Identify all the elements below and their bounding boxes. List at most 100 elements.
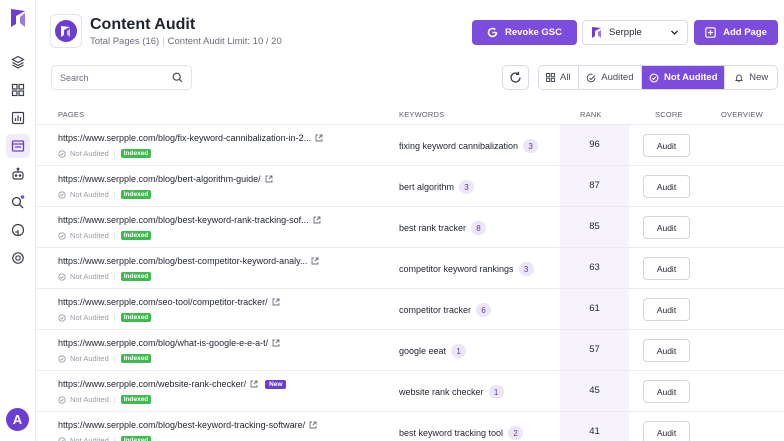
project-logo — [50, 14, 82, 48]
rank-value: 41 — [589, 426, 600, 437]
external-link-icon[interactable] — [309, 421, 317, 429]
audit-button[interactable]: Audit — [643, 175, 690, 198]
not-audited-icon — [649, 73, 659, 82]
audit-status: Not Audited — [70, 231, 109, 240]
external-link-icon[interactable] — [265, 175, 273, 183]
page-url[interactable]: https://www.serpple.com/blog/fix-keyword… — [58, 133, 311, 143]
not-audited-status-icon — [58, 231, 66, 240]
keyword-count-badge[interactable]: 6 — [476, 303, 492, 317]
project-name: Serpple — [609, 27, 642, 38]
dashboard-grid-icon[interactable] — [6, 78, 30, 102]
user-avatar[interactable]: A — [6, 408, 29, 431]
page-url-cell: https://www.serpple.com/seo-tool/competi… — [58, 297, 280, 307]
content-audit-icon[interactable] — [6, 134, 30, 158]
keyword-count-badge[interactable]: 1 — [488, 385, 504, 399]
audit-button[interactable]: Audit — [643, 339, 690, 362]
external-link-icon[interactable] — [272, 339, 280, 347]
external-link-icon[interactable] — [311, 257, 319, 265]
serpple-logo[interactable] — [9, 7, 27, 29]
search-input[interactable] — [60, 72, 168, 83]
robot-icon[interactable] — [6, 162, 30, 186]
external-link-icon[interactable] — [272, 298, 280, 306]
keyword-cell: competitor tracker 6 — [399, 303, 492, 317]
filter-all-label: All — [560, 72, 571, 83]
filter-not-audited[interactable]: Not Audited — [642, 66, 726, 89]
page-url-cell: https://www.serpple.com/blog/best-keywor… — [58, 215, 321, 225]
keyword-count-badge[interactable]: 3 — [518, 262, 534, 276]
page-url[interactable]: https://www.serpple.com/blog/best-keywor… — [58, 215, 309, 225]
page-meta: Not Audited | Indexed — [58, 354, 152, 363]
filter-all[interactable]: All — [539, 66, 579, 89]
indexed-badge: Indexed — [120, 231, 152, 240]
page-url[interactable]: https://www.serpple.com/website-rank-che… — [58, 379, 246, 389]
page-meta: Not Audited | Indexed — [58, 190, 152, 199]
indexed-badge: Indexed — [120, 354, 152, 363]
divider: | — [113, 231, 116, 240]
keyword-count-badge[interactable]: 3 — [459, 180, 475, 194]
revoke-gsc-label: Revoke GSC — [504, 27, 563, 38]
keyword-text: best rank tracker — [399, 223, 467, 233]
keyword-count-badge[interactable]: 8 — [471, 221, 487, 235]
not-audited-status-icon — [58, 436, 66, 441]
backlinks-icon[interactable] — [6, 218, 30, 242]
audit-status: Not Audited — [70, 272, 109, 281]
table-header: PAGES KEYWORDS RANK SCORE OVERVIEW — [36, 101, 784, 125]
keyword-cell: competitor keyword rankings 3 — [399, 262, 534, 276]
divider: | — [113, 436, 116, 441]
revoke-gsc-button[interactable]: Revoke GSC — [472, 20, 577, 45]
keyword-count-badge[interactable]: 1 — [451, 344, 467, 358]
page-url[interactable]: https://www.serpple.com/blog/bert-algori… — [58, 174, 261, 184]
add-page-button[interactable]: Add Page — [694, 20, 778, 45]
audit-button[interactable]: Audit — [643, 257, 690, 280]
page-url-cell: https://www.serpple.com/blog/best-compet… — [58, 256, 319, 266]
external-link-icon[interactable] — [313, 216, 321, 224]
audit-button[interactable]: Audit — [643, 421, 690, 441]
indexed-badge: Indexed — [120, 272, 152, 281]
filter-new[interactable]: New — [725, 66, 777, 89]
audit-status: Not Audited — [70, 436, 109, 441]
col-keywords: KEYWORDS — [399, 110, 445, 119]
audit-button[interactable]: Audit — [643, 380, 690, 403]
keyword-cell: google eeat 1 — [399, 344, 467, 358]
page-url[interactable]: https://www.serpple.com/blog/best-compet… — [58, 256, 307, 266]
page-meta: Not Audited | Indexed — [58, 395, 152, 404]
keyword-count-badge[interactable]: 3 — [523, 139, 539, 153]
project-select[interactable]: Serpple — [582, 20, 688, 45]
search-box — [51, 65, 192, 90]
page-url[interactable]: https://www.serpple.com/seo-tool/competi… — [58, 297, 268, 307]
col-overview: OVERVIEW — [721, 110, 763, 119]
page-url[interactable]: https://www.serpple.com/blog/best-keywor… — [58, 420, 305, 430]
audit-button[interactable]: Audit — [643, 216, 690, 239]
filter-audited[interactable]: Audited — [579, 66, 643, 89]
keyword-cell: best keyword tracking tool 2 — [399, 426, 524, 440]
keyword-text: google eeat — [399, 346, 447, 356]
settings-gear-icon[interactable] — [6, 246, 30, 270]
table-row: https://www.serpple.com/blog/bert-algori… — [36, 166, 784, 207]
table-row: https://www.serpple.com/blog/fix-keyword… — [36, 125, 784, 166]
chevron-down-icon — [671, 30, 678, 35]
page-url[interactable]: https://www.serpple.com/blog/what-is-goo… — [58, 338, 268, 348]
divider: | — [113, 272, 116, 281]
indexed-badge: Indexed — [120, 395, 152, 404]
not-audited-status-icon — [58, 149, 66, 158]
divider: | — [113, 354, 116, 363]
page-meta: Not Audited | Indexed — [58, 436, 152, 441]
filter-audited-label: Audited — [601, 72, 634, 83]
refresh-button[interactable] — [502, 65, 529, 90]
search-keyword-icon[interactable] — [6, 190, 30, 214]
add-page-label: Add Page — [723, 27, 767, 38]
audit-button[interactable]: Audit — [643, 134, 690, 157]
keyword-count-badge[interactable]: 2 — [508, 426, 524, 440]
table-row: https://www.serpple.com/blog/best-keywor… — [36, 412, 784, 441]
external-link-icon[interactable] — [315, 134, 323, 142]
indexed-badge: Indexed — [120, 190, 152, 199]
page-meta: Not Audited | Indexed — [58, 313, 152, 322]
audit-status: Not Audited — [70, 149, 109, 158]
layers-icon[interactable] — [6, 50, 30, 74]
audited-check-icon — [587, 73, 596, 82]
external-link-icon[interactable] — [250, 380, 258, 388]
audit-button[interactable]: Audit — [643, 298, 690, 321]
rank-value: 96 — [589, 139, 600, 150]
sidebar: A — [0, 0, 36, 441]
analytics-chart-icon[interactable] — [6, 106, 30, 130]
